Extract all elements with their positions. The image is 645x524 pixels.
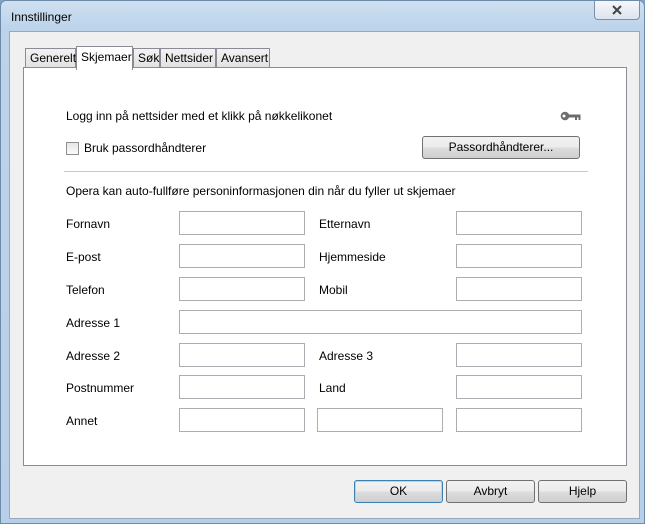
first-name-label: Fornavn xyxy=(66,217,111,231)
password-intro-text: Logg inn på nettsider med et klikk på nø… xyxy=(66,109,333,123)
cancel-button[interactable]: Avbryt xyxy=(446,480,535,503)
title-bar[interactable]: Innstillinger xyxy=(1,1,644,31)
address1-field[interactable] xyxy=(179,310,582,334)
postcode-field[interactable] xyxy=(179,375,305,399)
other-field-3[interactable] xyxy=(456,408,582,432)
last-name-field[interactable] xyxy=(456,211,582,235)
other-field-2[interactable] xyxy=(317,408,443,432)
email-field[interactable] xyxy=(179,244,305,268)
address3-label: Adresse 3 xyxy=(319,349,374,363)
autofill-intro-text: Opera kan auto-fullføre personinformasjo… xyxy=(66,184,456,198)
close-button[interactable] xyxy=(594,1,640,20)
other-label: Annet xyxy=(66,414,98,428)
window-title: Innstillinger xyxy=(11,10,72,24)
section-divider xyxy=(64,171,588,172)
mobile-field[interactable] xyxy=(456,277,582,301)
use-password-manager-checkbox[interactable] xyxy=(66,142,79,155)
other-field-1[interactable] xyxy=(179,408,305,432)
phone-label: Telefon xyxy=(66,283,105,297)
tab-generelt[interactable]: Generelt xyxy=(25,48,76,68)
dialog-client-area: Generelt Skjemaer Søk Nettsider Avansert… xyxy=(9,31,640,519)
tab-sok[interactable]: Søk xyxy=(133,48,160,68)
first-name-field[interactable] xyxy=(179,211,305,235)
address1-label: Adresse 1 xyxy=(66,316,121,330)
country-field[interactable] xyxy=(456,375,582,399)
tab-avansert[interactable]: Avansert xyxy=(216,48,270,68)
address3-field[interactable] xyxy=(456,343,582,367)
last-name-label: Etternavn xyxy=(319,217,371,231)
tab-skjemaer[interactable]: Skjemaer xyxy=(76,46,133,70)
password-manager-button[interactable]: Passordhåndterer... xyxy=(422,136,580,159)
key-icon xyxy=(560,111,581,121)
address2-field[interactable] xyxy=(179,343,305,367)
use-password-manager-label[interactable]: Bruk passordhåndterer xyxy=(84,141,206,155)
email-label: E-post xyxy=(66,250,101,264)
country-label: Land xyxy=(319,381,346,395)
close-icon xyxy=(612,5,622,15)
homepage-label: Hjemmeside xyxy=(319,250,386,264)
tab-nettsider[interactable]: Nettsider xyxy=(160,48,216,68)
forms-panel: Logg inn på nettsider med et klikk på nø… xyxy=(23,67,627,466)
address2-label: Adresse 2 xyxy=(66,349,121,363)
homepage-field[interactable] xyxy=(456,244,582,268)
ok-button[interactable]: OK xyxy=(354,480,443,503)
mobile-label: Mobil xyxy=(319,283,348,297)
postcode-label: Postnummer xyxy=(66,381,135,395)
settings-dialog: Innstillinger Generelt Skjemaer Søk Nett… xyxy=(0,0,645,524)
help-button[interactable]: Hjelp xyxy=(538,480,627,503)
phone-field[interactable] xyxy=(179,277,305,301)
